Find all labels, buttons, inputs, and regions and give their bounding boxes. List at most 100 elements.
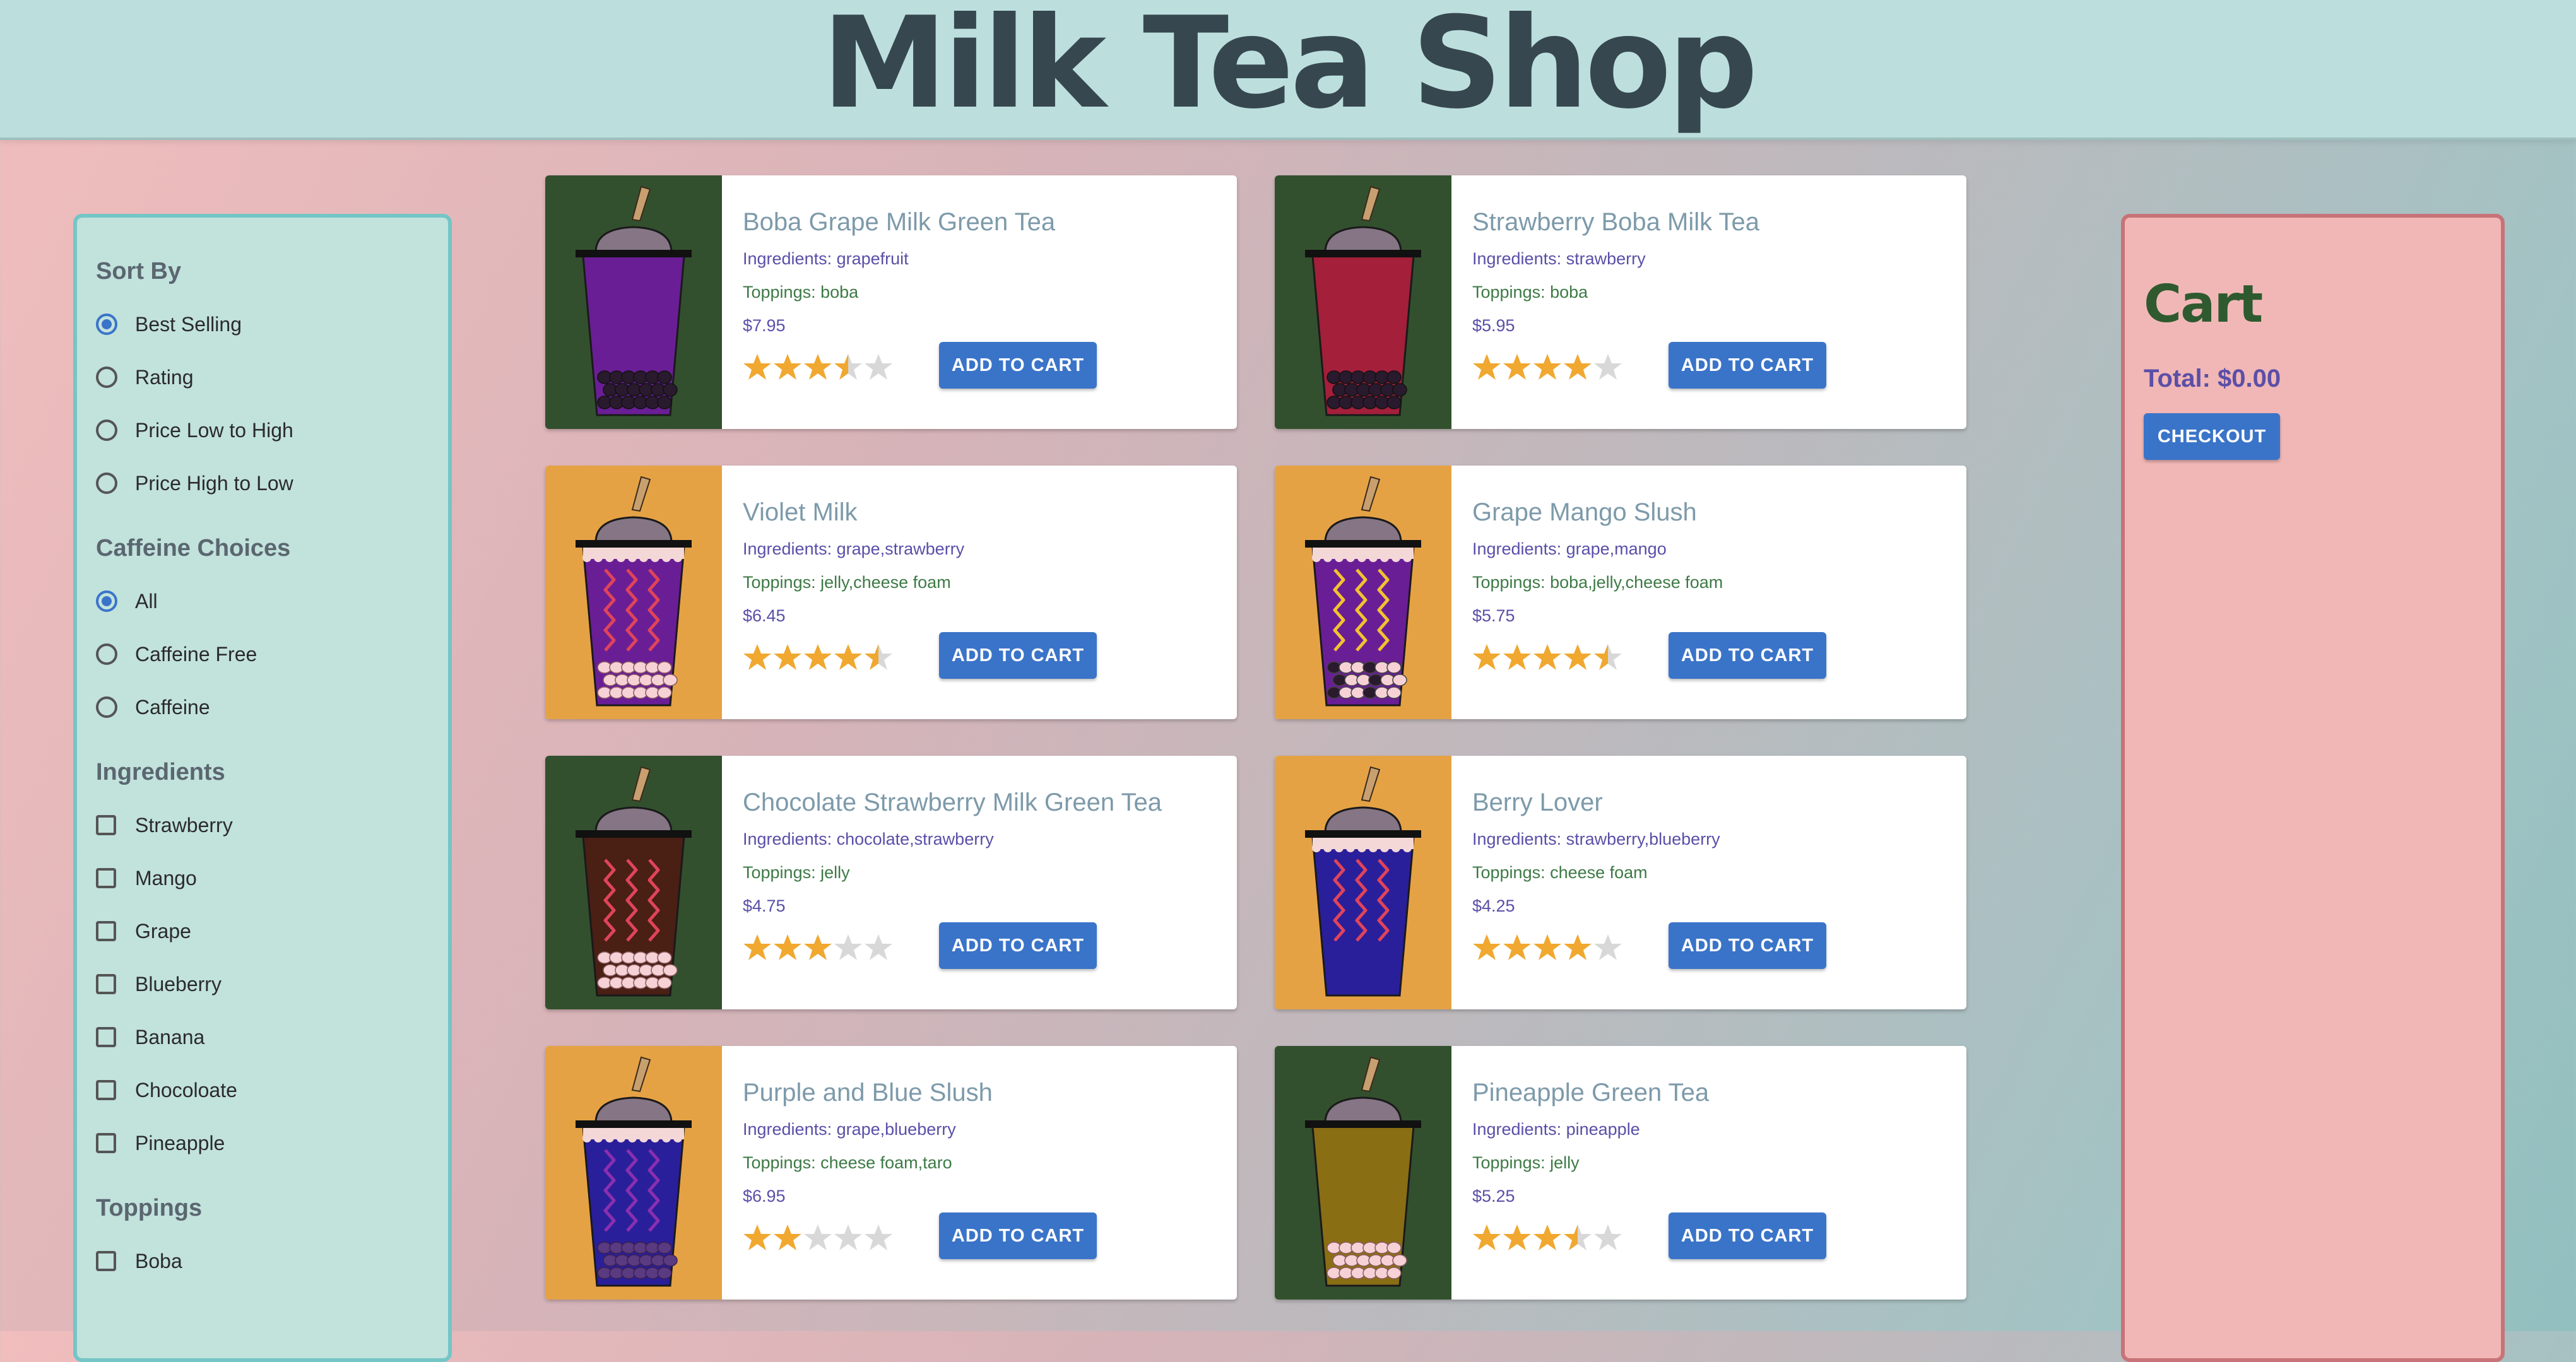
- star-icon: [1533, 1223, 1563, 1252]
- add-to-cart-button[interactable]: ADD TO CART: [1669, 632, 1826, 679]
- star-icon: [1472, 353, 1503, 382]
- star-icon: [1472, 643, 1503, 672]
- product-image: [545, 756, 722, 1009]
- radio-button[interactable]: [96, 314, 117, 335]
- star-rating: [743, 933, 911, 962]
- add-to-cart-button[interactable]: ADD TO CART: [939, 1212, 1097, 1259]
- checkbox[interactable]: [96, 921, 116, 941]
- star-icon: [1472, 933, 1503, 962]
- star-icon: [864, 643, 894, 672]
- star-icon: [834, 353, 864, 382]
- checkbox[interactable]: [96, 868, 116, 888]
- topping-option-boba[interactable]: Boba: [96, 1235, 429, 1288]
- checkbox[interactable]: [96, 974, 116, 994]
- ingredient-option-strawberry[interactable]: Strawberry: [96, 799, 429, 852]
- star-icon: [1593, 353, 1624, 382]
- ingredient-option-chocoloate[interactable]: Chocoloate: [96, 1064, 429, 1117]
- sort-option-best-selling[interactable]: Best Selling: [96, 298, 429, 351]
- star-icon: [773, 933, 803, 962]
- ingredient-option-blueberry[interactable]: Blueberry: [96, 958, 429, 1011]
- product-info: Chocolate Strawberry Milk Green Tea Ingre…: [743, 789, 1224, 969]
- caffeine-option-label: Caffeine: [135, 695, 210, 719]
- radio-button[interactable]: [96, 420, 117, 441]
- ingredient-option-pineapple[interactable]: Pineapple: [96, 1117, 429, 1170]
- product-image: [545, 175, 722, 429]
- product-ingredients: Ingredients: strawberry,blueberry: [1472, 830, 1720, 848]
- caffeine-heading: Caffeine Choices: [96, 535, 291, 561]
- checkbox[interactable]: [96, 815, 116, 835]
- add-to-cart-button[interactable]: ADD TO CART: [1669, 342, 1826, 389]
- sort-option-rating[interactable]: Rating: [96, 351, 429, 404]
- sort-heading: Sort By: [96, 258, 182, 285]
- product-info: Boba Grape Milk Green Tea Ingredients: gr…: [743, 208, 1224, 389]
- product-image: [1275, 756, 1451, 1009]
- star-rating: [1472, 353, 1640, 382]
- checkbox[interactable]: [96, 1027, 116, 1047]
- ingredient-option-label: Grape: [135, 919, 191, 942]
- product-card: Chocolate Strawberry Milk Green Tea Ingre…: [545, 756, 1237, 1009]
- caffeine-option-caffeine-free[interactable]: Caffeine Free: [96, 628, 429, 681]
- ingredient-option-banana[interactable]: Banana: [96, 1011, 429, 1064]
- ingredient-option-grape[interactable]: Grape: [96, 905, 429, 958]
- ingredient-option-mango[interactable]: Mango: [96, 852, 429, 905]
- radio-button[interactable]: [96, 590, 117, 612]
- add-to-cart-button[interactable]: ADD TO CART: [939, 922, 1097, 969]
- checkbox[interactable]: [96, 1080, 116, 1100]
- drink-illustration: [545, 175, 722, 429]
- ingredient-option-label: Banana: [135, 1025, 205, 1048]
- sort-option-price-high-to-low[interactable]: Price High to Low: [96, 457, 429, 510]
- drink-illustration: [545, 1046, 722, 1300]
- sort-options: Best Selling Rating Price Low to High Price…: [96, 298, 429, 510]
- caffeine-option-caffeine[interactable]: Caffeine: [96, 681, 429, 734]
- add-to-cart-button[interactable]: ADD TO CART: [939, 342, 1097, 389]
- star-icon: [1503, 353, 1533, 382]
- product-actions: ADD TO CART: [743, 632, 1224, 679]
- star-icon: [1563, 933, 1593, 962]
- star-icon: [864, 1223, 894, 1252]
- radio-button[interactable]: [96, 473, 117, 494]
- star-icon: [864, 353, 894, 382]
- product-actions: ADD TO CART: [1472, 632, 1954, 679]
- star-icon: [1533, 933, 1563, 962]
- sort-option-label: Price Low to High: [135, 418, 293, 442]
- ingredient-option-label: Blueberry: [135, 972, 222, 995]
- product-toppings: Toppings: cheese foam,taro: [743, 1153, 952, 1172]
- radio-button[interactable]: [96, 643, 117, 665]
- product-name: Grape Mango Slush: [1472, 498, 1697, 526]
- product-actions: ADD TO CART: [1472, 922, 1954, 969]
- product-price: $4.25: [1472, 896, 1515, 915]
- add-to-cart-button[interactable]: ADD TO CART: [1669, 1212, 1826, 1259]
- star-icon: [803, 1223, 834, 1252]
- star-icon: [743, 353, 773, 382]
- product-info: Purple and Blue Slush Ingredients: grape,…: [743, 1079, 1224, 1259]
- product-toppings: Toppings: boba: [1472, 283, 1588, 302]
- product-name: Chocolate Strawberry Milk Green Tea: [743, 789, 1162, 816]
- checkout-button[interactable]: CHECKOUT: [2144, 413, 2280, 460]
- checkbox[interactable]: [96, 1251, 116, 1271]
- product-info: Berry Lover Ingredients: strawberry,blueb…: [1472, 789, 1954, 969]
- star-icon: [1563, 353, 1593, 382]
- add-to-cart-button[interactable]: ADD TO CART: [939, 632, 1097, 679]
- ingredient-option-label: Mango: [135, 866, 197, 889]
- product-info: Strawberry Boba Milk Tea Ingredients: str…: [1472, 208, 1954, 389]
- caffeine-option-all[interactable]: All: [96, 575, 429, 628]
- star-icon: [773, 353, 803, 382]
- sort-option-price-low-to-high[interactable]: Price Low to High: [96, 404, 429, 457]
- star-icon: [1533, 643, 1563, 672]
- radio-button[interactable]: [96, 367, 117, 388]
- product-card: Purple and Blue Slush Ingredients: grape,…: [545, 1046, 1237, 1300]
- checkbox[interactable]: [96, 1133, 116, 1153]
- star-rating: [743, 353, 911, 382]
- star-icon: [803, 933, 834, 962]
- product-ingredients: Ingredients: grape,strawberry: [743, 539, 965, 558]
- radio-button[interactable]: [96, 696, 117, 718]
- star-icon: [743, 1223, 773, 1252]
- drink-illustration: [545, 756, 722, 1009]
- product-actions: ADD TO CART: [1472, 1212, 1954, 1259]
- topping-option-label: Boba: [135, 1249, 182, 1272]
- product-toppings: Toppings: jelly: [743, 863, 850, 882]
- product-price: $5.25: [1472, 1187, 1515, 1206]
- product-image: [1275, 175, 1451, 429]
- product-price: $7.95: [743, 316, 786, 335]
- add-to-cart-button[interactable]: ADD TO CART: [1669, 922, 1826, 969]
